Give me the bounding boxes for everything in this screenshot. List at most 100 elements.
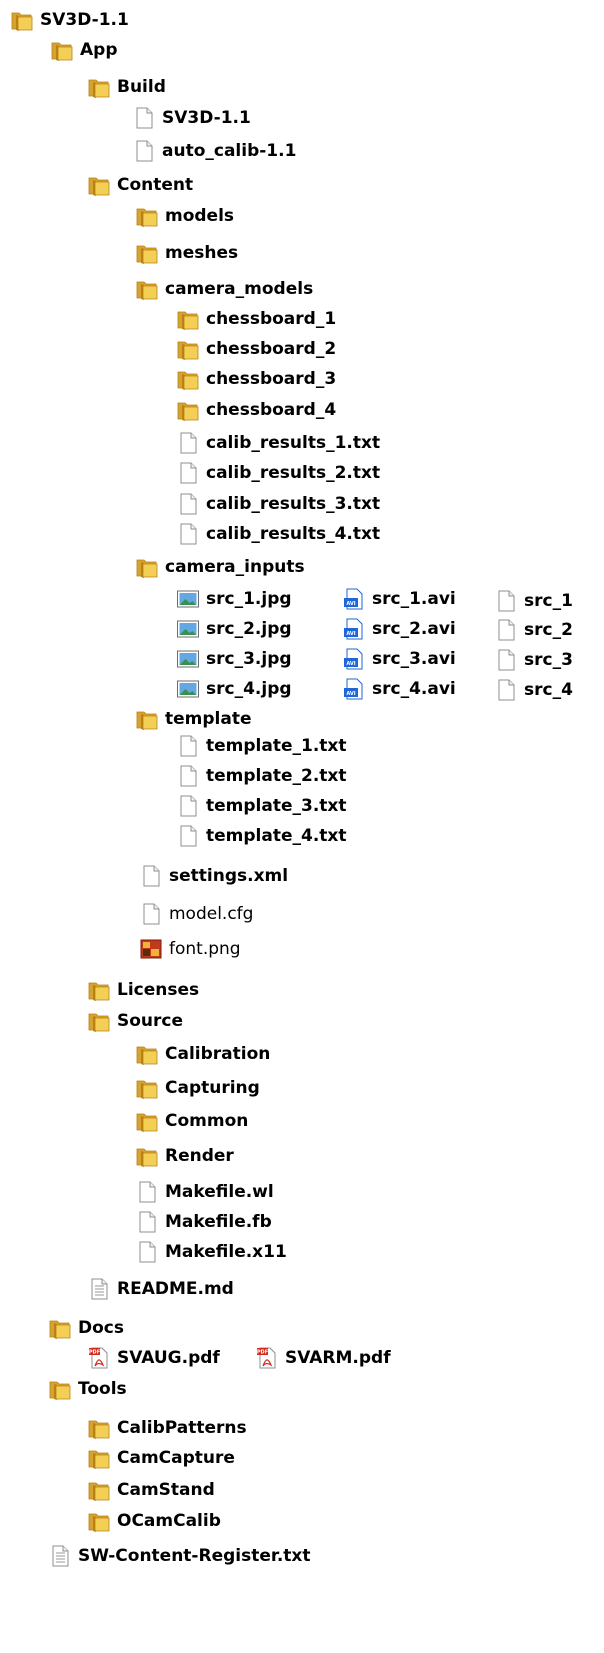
- tree-item-auto-calib-1-1[interactable]: auto_calib-1.1: [132, 136, 296, 166]
- tree-item-render[interactable]: Render: [135, 1141, 234, 1171]
- file-icon: [135, 1180, 159, 1204]
- tree-item-label: Licenses: [117, 980, 200, 1000]
- tree-item-src-1[interactable]: src_1: [494, 586, 573, 616]
- folder-icon: [87, 1478, 111, 1502]
- tree-item-src-1-avi[interactable]: AVI src_1.avi: [342, 584, 456, 614]
- tree-item-source[interactable]: Source: [87, 1006, 183, 1036]
- tree-item-label: SVAUG.pdf: [117, 1348, 220, 1368]
- tree-item-label: SV3D-1.1: [40, 10, 129, 30]
- tree-item-camstand[interactable]: CamStand: [87, 1475, 215, 1505]
- tree-item-models[interactable]: models: [135, 201, 234, 231]
- tree-item-label: Common: [165, 1111, 249, 1131]
- folder-icon: [87, 173, 111, 197]
- tree-item-svaug-pdf[interactable]: PDF SVAUG.pdf: [87, 1343, 220, 1373]
- tree-item-calib-results-3[interactable]: calib_results_3.txt: [176, 489, 380, 519]
- tree-item-licenses[interactable]: Licenses: [87, 975, 199, 1005]
- tree-item-camera-inputs[interactable]: camera_inputs: [135, 552, 305, 582]
- tree-item-label: src_1.avi: [372, 589, 456, 609]
- video-file-icon: AVI: [342, 677, 366, 701]
- tree-item-src-4-avi[interactable]: AVI src_4.avi: [342, 674, 456, 704]
- folder-icon: [135, 241, 159, 265]
- tree-item-src-4[interactable]: src_4: [494, 675, 573, 705]
- tree-item-calibpatterns[interactable]: CalibPatterns: [87, 1413, 247, 1443]
- file-icon: [494, 589, 518, 613]
- tree-item-calib-results-1[interactable]: calib_results_1.txt: [176, 428, 380, 458]
- tree-item-chessboard-1[interactable]: chessboard_1: [176, 304, 336, 334]
- tree-item-makefile-fb[interactable]: Makefile.fb: [135, 1207, 272, 1237]
- tree-item-label: chessboard_4: [206, 400, 337, 420]
- file-icon: [132, 139, 156, 163]
- tree-item-label: models: [165, 206, 235, 226]
- tree-item-camera-models[interactable]: camera_models: [135, 274, 313, 304]
- tree-item-tools[interactable]: Tools: [48, 1374, 127, 1404]
- tree-item-template-2[interactable]: template_2.txt: [176, 761, 347, 791]
- tree-item-content[interactable]: Content: [87, 170, 193, 200]
- tree-item-src-2[interactable]: src_2: [494, 615, 573, 645]
- folder-icon: [135, 277, 159, 301]
- folder-icon: [87, 1416, 111, 1440]
- tree-item-ocamcalib[interactable]: OCamCalib: [87, 1506, 221, 1536]
- tree-item-chessboard-4[interactable]: chessboard_4: [176, 395, 336, 425]
- tree-item-readme-md[interactable]: README.md: [87, 1274, 234, 1304]
- tree-item-template-4[interactable]: template_4.txt: [176, 821, 347, 851]
- pdf-file-icon: PDF: [87, 1346, 111, 1370]
- file-icon: [139, 864, 163, 888]
- folder-icon: [87, 978, 111, 1002]
- tree-item-docs[interactable]: Docs: [48, 1313, 124, 1343]
- tree-item-label: meshes: [165, 243, 239, 263]
- tree-item-src-2-avi[interactable]: AVI src_2.avi: [342, 614, 456, 644]
- tree-item-svarm-pdf[interactable]: PDF SVARM.pdf: [255, 1343, 391, 1373]
- tree-item-template[interactable]: template: [135, 704, 252, 734]
- file-icon: [176, 431, 200, 455]
- folder-icon: [135, 555, 159, 579]
- folder-icon: [135, 707, 159, 731]
- tree-item-label: calib_results_1.txt: [206, 433, 381, 453]
- folder-icon: [87, 1509, 111, 1533]
- tree-item-sw-content-register[interactable]: SW-Content-Register.txt: [48, 1541, 311, 1571]
- png-file-icon: [139, 937, 163, 961]
- tree-item-label: settings.xml: [169, 866, 289, 886]
- tree-item-label: Source: [117, 1011, 184, 1031]
- tree-item-src-1-jpg[interactable]: src_1.jpg: [176, 584, 292, 614]
- tree-item-capturing[interactable]: Capturing: [135, 1073, 260, 1103]
- tree-item-model-cfg[interactable]: model.cfg: [139, 899, 253, 929]
- tree-item-font-png[interactable]: font.png: [139, 934, 241, 964]
- folder-icon: [87, 1446, 111, 1470]
- tree-item-label: CamCapture: [117, 1448, 235, 1468]
- file-icon: [132, 106, 156, 130]
- tree-item-camcapture[interactable]: CamCapture: [87, 1443, 235, 1473]
- tree-item-label: template: [165, 709, 252, 729]
- tree-item-src-3-jpg[interactable]: src_3.jpg: [176, 644, 292, 674]
- tree-item-label: Docs: [78, 1318, 124, 1338]
- tree-item-calib-results-2[interactable]: calib_results_2.txt: [176, 458, 380, 488]
- tree-item-template-3[interactable]: template_3.txt: [176, 791, 347, 821]
- tree-item-chessboard-2[interactable]: chessboard_2: [176, 334, 336, 364]
- tree-item-settings-xml[interactable]: settings.xml: [139, 861, 288, 891]
- tree-item-makefile-wl[interactable]: Makefile.wl: [135, 1177, 274, 1207]
- tree-item-src-3[interactable]: src_3: [494, 645, 573, 675]
- tree-item-label: README.md: [117, 1279, 234, 1299]
- file-icon: [139, 902, 163, 926]
- tree-item-calibration[interactable]: Calibration: [135, 1039, 270, 1069]
- tree-item-template-1[interactable]: template_1.txt: [176, 731, 347, 761]
- tree-item-chessboard-3[interactable]: chessboard_3: [176, 364, 336, 394]
- tree-item-label: template_3.txt: [206, 796, 347, 816]
- tree-item-calib-results-4[interactable]: calib_results_4.txt: [176, 519, 380, 549]
- file-icon: [176, 461, 200, 485]
- tree-item-sv3d-1-1-binary[interactable]: SV3D-1.1: [132, 103, 251, 133]
- tree-item-src-2-jpg[interactable]: src_2.jpg: [176, 614, 292, 644]
- tree-item-build[interactable]: Build: [87, 72, 166, 102]
- tree-item-label: camera_inputs: [165, 557, 305, 577]
- tree-item-common[interactable]: Common: [135, 1106, 248, 1136]
- tree-item-app[interactable]: App: [50, 35, 118, 65]
- video-file-icon: AVI: [342, 647, 366, 671]
- file-icon: [176, 522, 200, 546]
- tree-item-label: SVARM.pdf: [285, 1348, 391, 1368]
- tree-item-label: src_3: [524, 650, 573, 670]
- tree-item-meshes[interactable]: meshes: [135, 238, 238, 268]
- folder-icon: [87, 75, 111, 99]
- tree-item-sv3d-1-1[interactable]: SV3D-1.1: [10, 5, 129, 35]
- tree-item-makefile-x11[interactable]: Makefile.x11: [135, 1237, 287, 1267]
- tree-item-src-4-jpg[interactable]: src_4.jpg: [176, 674, 292, 704]
- tree-item-src-3-avi[interactable]: AVI src_3.avi: [342, 644, 456, 674]
